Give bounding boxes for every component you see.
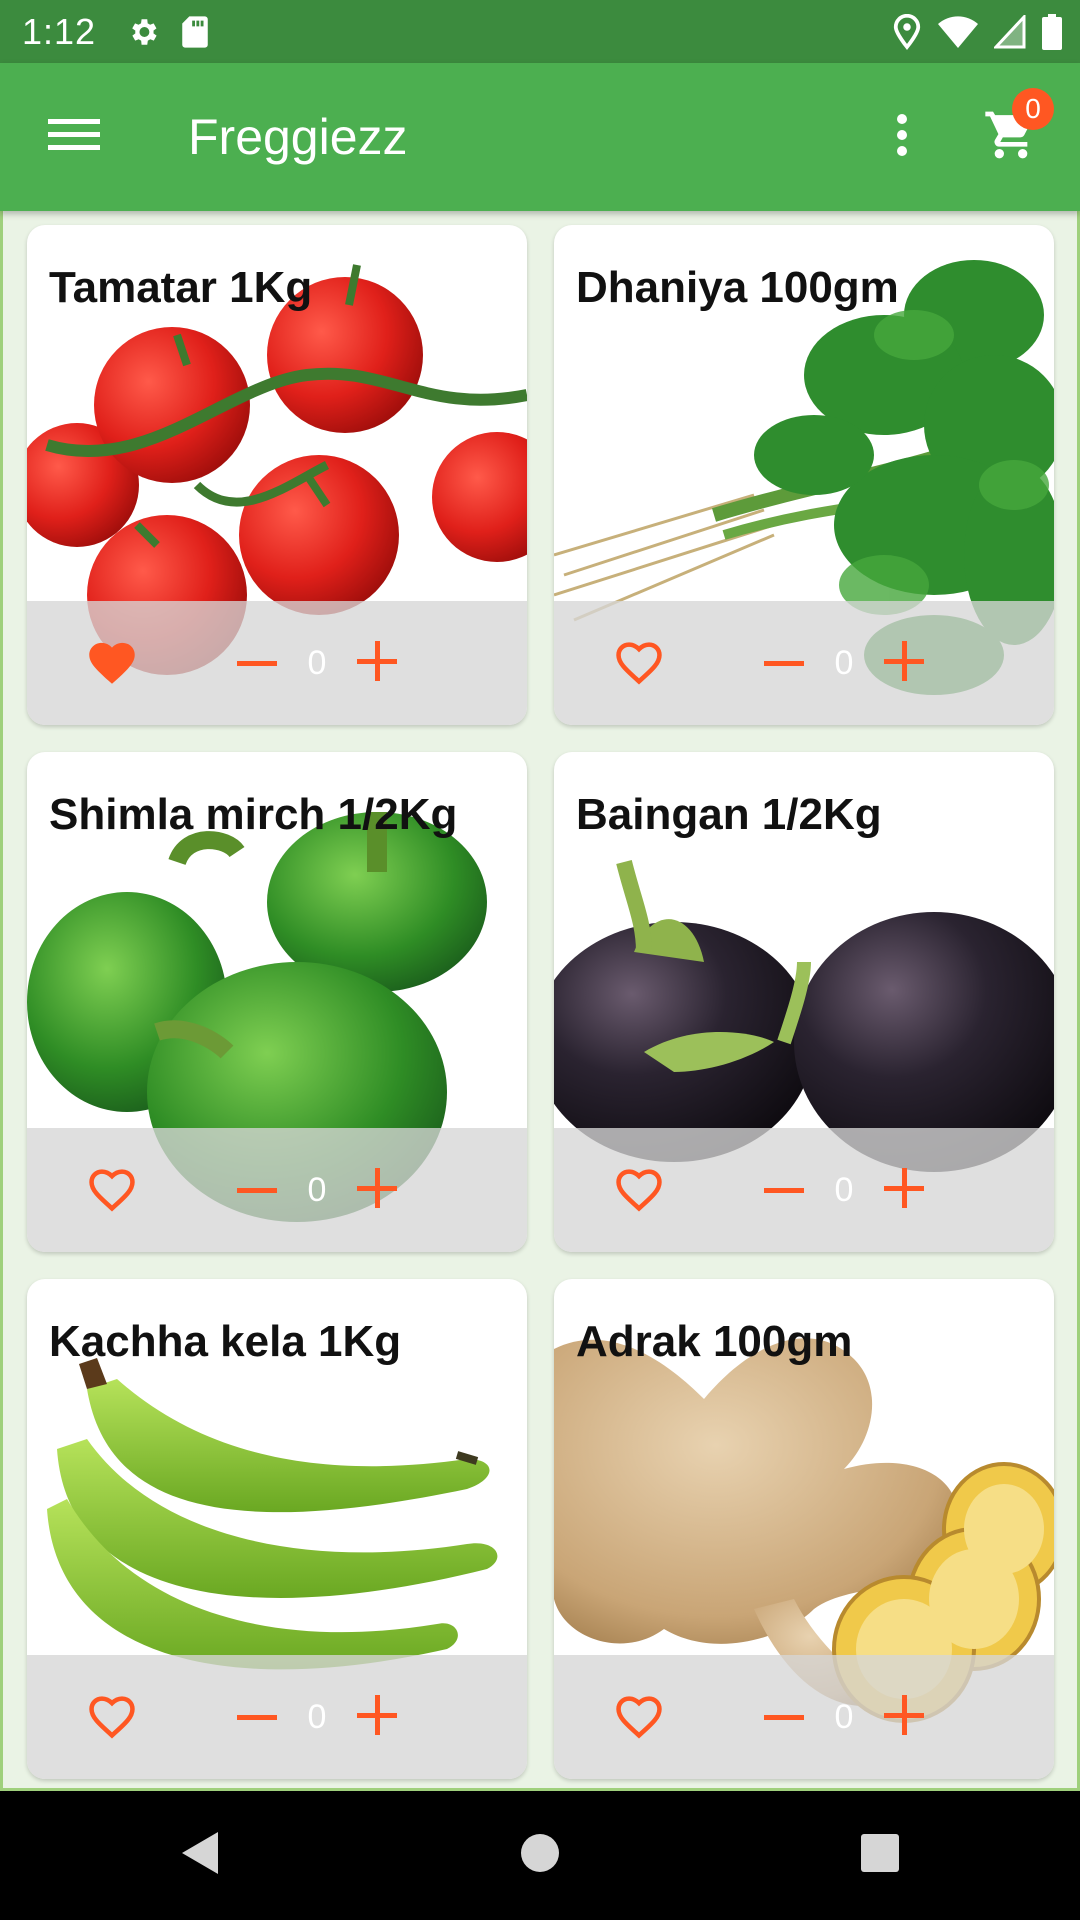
favorite-button[interactable]: [604, 1682, 674, 1752]
decrease-quantity-button[interactable]: [227, 633, 287, 693]
product-card[interactable]: Baingan 1/2Kg 0: [554, 752, 1054, 1252]
status-time: 1:12: [22, 10, 97, 52]
product-card[interactable]: Kachha kela 1Kg 0: [27, 1279, 527, 1779]
home-icon: [520, 1833, 560, 1878]
recents-button[interactable]: [840, 1816, 920, 1896]
increase-quantity-button[interactable]: [874, 1687, 934, 1747]
plus-icon: [884, 640, 924, 686]
menu-button[interactable]: [26, 89, 122, 185]
heart-outline-icon: [611, 636, 667, 691]
plus-icon: [357, 1167, 397, 1213]
app-bar: Freggiezz 0: [0, 63, 1080, 211]
screen: 1:12 Freggiezz 0 Tamatar 1Kg 0 Dhaniya 1…: [0, 0, 1080, 1920]
product-card[interactable]: Dhaniya 100gm 0: [554, 225, 1054, 725]
product-actions: 0: [27, 1128, 527, 1252]
decrease-quantity-button[interactable]: [754, 1687, 814, 1747]
favorite-button[interactable]: [77, 1682, 147, 1752]
favorite-button[interactable]: [604, 628, 674, 698]
product-actions: 0: [27, 1655, 527, 1779]
wifi-icon: [938, 15, 978, 49]
plus-icon: [357, 640, 397, 686]
quantity-value: 0: [834, 1697, 854, 1736]
decrease-quantity-button[interactable]: [227, 1160, 287, 1220]
heart-filled-icon: [84, 636, 140, 691]
product-name: Adrak 100gm: [576, 1317, 853, 1366]
product-actions: 0: [554, 601, 1054, 725]
product-actions: 0: [554, 1128, 1054, 1252]
recents-icon: [860, 1833, 900, 1878]
home-button[interactable]: [500, 1816, 580, 1896]
plus-icon: [884, 1694, 924, 1740]
quantity-value: 0: [307, 643, 327, 682]
product-name: Tamatar 1Kg: [49, 263, 313, 312]
increase-quantity-button[interactable]: [347, 1687, 407, 1747]
battery-icon: [1042, 13, 1062, 50]
quantity-value: 0: [307, 1697, 327, 1736]
gear-icon: [126, 15, 160, 49]
product-list[interactable]: Tamatar 1Kg 0 Dhaniya 100gm 0 Shimla mir…: [0, 211, 1080, 1791]
product-card[interactable]: Adrak 100gm 0: [554, 1279, 1054, 1779]
location-icon: [892, 13, 922, 50]
increase-quantity-button[interactable]: [347, 633, 407, 693]
favorite-button[interactable]: [604, 1155, 674, 1225]
product-actions: 0: [27, 601, 527, 725]
quantity-value: 0: [307, 1170, 327, 1209]
increase-quantity-button[interactable]: [874, 1160, 934, 1220]
signal-icon: [994, 14, 1026, 49]
cart-badge: 0: [1012, 88, 1054, 130]
product-actions: 0: [554, 1655, 1054, 1779]
quantity-value: 0: [834, 643, 854, 682]
minus-icon: [764, 1181, 804, 1199]
product-card[interactable]: Tamatar 1Kg 0: [27, 225, 527, 725]
heart-outline-icon: [84, 1690, 140, 1745]
heart-outline-icon: [84, 1163, 140, 1218]
product-name: Shimla mirch 1/2Kg: [49, 790, 458, 839]
quantity-value: 0: [834, 1170, 854, 1209]
menu-icon: [48, 115, 100, 160]
app-title: Freggiezz: [188, 109, 408, 165]
favorite-button[interactable]: [77, 1155, 147, 1225]
heart-outline-icon: [611, 1690, 667, 1745]
product-card[interactable]: Shimla mirch 1/2Kg 0: [27, 752, 527, 1252]
decrease-quantity-button[interactable]: [754, 633, 814, 693]
increase-quantity-button[interactable]: [347, 1160, 407, 1220]
increase-quantity-button[interactable]: [874, 633, 934, 693]
back-button[interactable]: [160, 1816, 240, 1896]
sd-card-icon: [180, 15, 210, 49]
minus-icon: [237, 1708, 277, 1726]
product-name: Dhaniya 100gm: [576, 263, 899, 312]
plus-icon: [884, 1167, 924, 1213]
decrease-quantity-button[interactable]: [754, 1160, 814, 1220]
overflow-menu-button[interactable]: [862, 89, 942, 185]
plus-icon: [357, 1694, 397, 1740]
product-name: Kachha kela 1Kg: [49, 1317, 402, 1366]
minus-icon: [764, 654, 804, 672]
back-icon: [180, 1830, 220, 1881]
minus-icon: [237, 1181, 277, 1199]
minus-icon: [764, 1708, 804, 1726]
cart-button[interactable]: 0: [956, 82, 1066, 192]
decrease-quantity-button[interactable]: [227, 1687, 287, 1747]
more-vert-icon: [896, 113, 908, 162]
status-bar: 1:12: [0, 0, 1080, 63]
heart-outline-icon: [611, 1163, 667, 1218]
system-nav-bar: [0, 1791, 1080, 1920]
minus-icon: [237, 654, 277, 672]
favorite-button[interactable]: [77, 628, 147, 698]
product-name: Baingan 1/2Kg: [576, 790, 882, 839]
